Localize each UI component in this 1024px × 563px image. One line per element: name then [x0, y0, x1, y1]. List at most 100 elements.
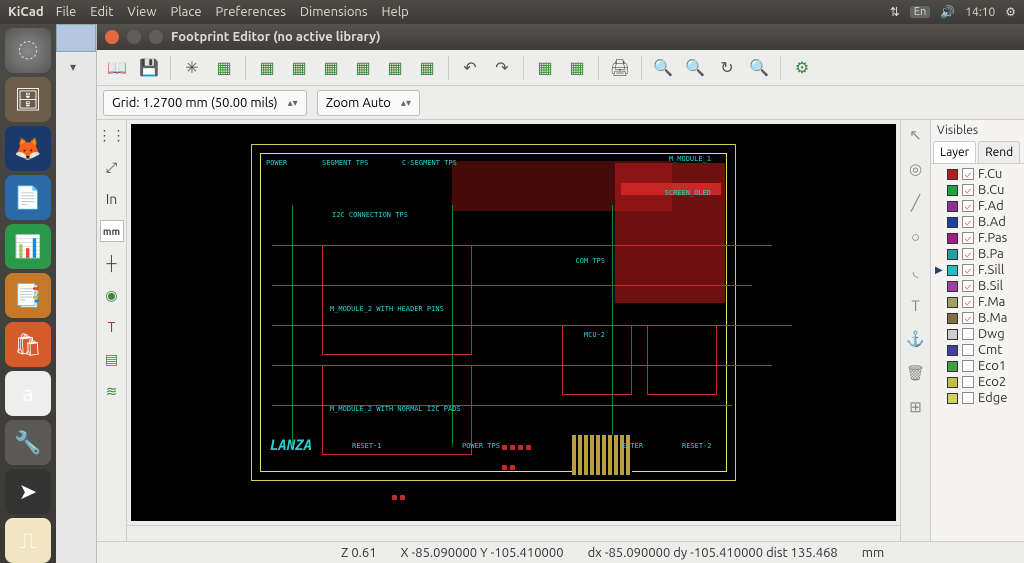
menu-help[interactable]: Help: [382, 5, 409, 19]
footprint-wizard-icon[interactable]: ▦: [210, 54, 238, 82]
layer-swatch[interactable]: [947, 313, 958, 324]
network-icon[interactable]: ⇅: [890, 5, 900, 19]
layer-checkbox[interactable]: ✓: [962, 296, 974, 308]
layer-checkbox[interactable]: ✓: [962, 216, 974, 228]
pcb-canvas[interactable]: POWER SEGMENT TPS C-SEGMENT TPS I2C CONN…: [131, 124, 896, 521]
load-board-footprint-icon[interactable]: ▦: [285, 54, 313, 82]
units-mm-icon[interactable]: mm: [100, 220, 124, 242]
layer-swatch[interactable]: [947, 297, 958, 308]
grid-origin-icon[interactable]: ⊞: [905, 396, 927, 418]
layer-row-f-sill[interactable]: ▶✓F.Sill: [931, 262, 1024, 278]
layer-swatch[interactable]: [947, 265, 958, 276]
redo-icon[interactable]: ↷: [488, 54, 516, 82]
layer-swatch[interactable]: [947, 345, 958, 356]
circle-tool-icon[interactable]: ○: [905, 226, 927, 248]
layer-row-edge[interactable]: Edge: [931, 390, 1024, 406]
open-library-icon[interactable]: 📖: [103, 54, 131, 82]
export-footprint-icon[interactable]: ▦: [413, 54, 441, 82]
window-maximize-button[interactable]: [149, 30, 163, 44]
layer-swatch[interactable]: [947, 393, 958, 404]
line-tool-icon[interactable]: ╱: [905, 192, 927, 214]
launcher-calc-icon[interactable]: 📊: [5, 224, 51, 269]
import-footprint-icon[interactable]: ▦: [381, 54, 409, 82]
select-tool-icon[interactable]: ↖: [905, 124, 927, 146]
menu-dimensions[interactable]: Dimensions: [300, 5, 368, 19]
layer-swatch[interactable]: [947, 201, 958, 212]
layer-swatch[interactable]: [947, 249, 958, 260]
launcher-amazon-icon[interactable]: a: [5, 371, 51, 416]
layer-swatch[interactable]: [947, 361, 958, 372]
layer-row-dwg[interactable]: Dwg: [931, 326, 1024, 342]
clock[interactable]: 14:10: [965, 6, 995, 19]
layer-swatch[interactable]: [947, 329, 958, 340]
launcher-writer-icon[interactable]: 📄: [5, 175, 51, 220]
print-icon[interactable]: 🖨: [606, 54, 634, 82]
launcher-impress-icon[interactable]: 📑: [5, 273, 51, 318]
chevron-down-icon[interactable]: ▾: [70, 60, 76, 74]
menu-place[interactable]: Place: [170, 5, 201, 19]
tab-layer[interactable]: Layer: [933, 141, 976, 163]
layer-swatch[interactable]: [947, 281, 958, 292]
menu-edit[interactable]: Edit: [90, 5, 113, 19]
lang-indicator[interactable]: En: [910, 6, 930, 18]
zoom-fit-icon[interactable]: 🔍: [745, 54, 773, 82]
layer-checkbox[interactable]: [962, 392, 974, 404]
new-footprint-icon[interactable]: ✳: [178, 54, 206, 82]
layer-row-b-cu[interactable]: ✓B.Cu: [931, 182, 1024, 198]
launcher-firefox-icon[interactable]: 🦊: [5, 126, 51, 171]
layer-checkbox[interactable]: [962, 328, 974, 340]
pad-fill-icon[interactable]: ◉: [100, 284, 124, 306]
settings-gear-icon[interactable]: ⚙: [788, 54, 816, 82]
zoom-selector[interactable]: Zoom Auto ▴▾: [317, 90, 420, 116]
gear-icon[interactable]: ⚙: [1005, 5, 1016, 19]
layer-checkbox[interactable]: ✓: [962, 264, 974, 276]
layer-checkbox[interactable]: ✓: [962, 248, 974, 260]
insert-footprint-icon[interactable]: ▦: [349, 54, 377, 82]
horizontal-scrollbar[interactable]: [127, 525, 900, 541]
layer-checkbox[interactable]: ✓: [962, 280, 974, 292]
footprint-props-icon[interactable]: ▦: [531, 54, 559, 82]
cursor-shape-icon[interactable]: ┼: [100, 252, 124, 274]
background-app-icon[interactable]: [56, 24, 96, 52]
zoom-in-icon[interactable]: 🔍: [649, 54, 677, 82]
layer-row-b-sil[interactable]: ✓B.Sil: [931, 278, 1024, 294]
launcher-terminal-icon[interactable]: ➤: [5, 469, 51, 514]
pad-props-icon[interactable]: ▦: [563, 54, 591, 82]
layer-row-eco1[interactable]: Eco1: [931, 358, 1024, 374]
pad-tool-icon[interactable]: ◎: [905, 158, 927, 180]
contrast-mode-icon[interactable]: ▤: [100, 348, 124, 370]
grid-toggle-icon[interactable]: ⋮⋮: [100, 124, 124, 146]
layer-row-f-pas[interactable]: ✓F.Pas: [931, 230, 1024, 246]
window-close-button[interactable]: [105, 30, 119, 44]
delete-tool-icon[interactable]: 🗑: [905, 362, 927, 384]
launcher-dash-icon[interactable]: ◌: [5, 28, 51, 73]
menu-view[interactable]: View: [127, 5, 156, 19]
layer-checkbox[interactable]: ✓: [962, 312, 974, 324]
zoom-out-icon[interactable]: 🔍: [681, 54, 709, 82]
menu-file[interactable]: File: [56, 5, 77, 19]
tab-render[interactable]: Rend: [978, 141, 1020, 163]
layer-swatch[interactable]: [947, 377, 958, 388]
layer-checkbox[interactable]: ✓: [962, 200, 974, 212]
arc-tool-icon[interactable]: ◟: [905, 260, 927, 282]
layer-row-cmt[interactable]: Cmt: [931, 342, 1024, 358]
launcher-kicad-icon[interactable]: ⎍: [5, 518, 51, 563]
layer-swatch[interactable]: [947, 185, 958, 196]
volume-icon[interactable]: 🔊: [940, 5, 955, 19]
text-fill-icon[interactable]: T: [100, 316, 124, 338]
text-tool-icon[interactable]: T: [905, 294, 927, 316]
layer-row-f-ma[interactable]: ✓F.Ma: [931, 294, 1024, 310]
layer-swatch[interactable]: [947, 233, 958, 244]
layer-row-b-ad[interactable]: ✓B.Ad: [931, 214, 1024, 230]
layer-swatch[interactable]: [947, 217, 958, 228]
units-inch-icon[interactable]: In: [100, 188, 124, 210]
layer-checkbox[interactable]: ✓: [962, 168, 974, 180]
layer-checkbox[interactable]: ✓: [962, 184, 974, 196]
launcher-software-icon[interactable]: 🛍: [5, 322, 51, 367]
layer-checkbox[interactable]: ✓: [962, 232, 974, 244]
layer-row-f-cu[interactable]: ✓F.Cu: [931, 166, 1024, 182]
load-footprint-icon[interactable]: ▦: [253, 54, 281, 82]
undo-icon[interactable]: ↶: [456, 54, 484, 82]
layer-checkbox[interactable]: [962, 344, 974, 356]
menu-preferences[interactable]: Preferences: [216, 5, 286, 19]
